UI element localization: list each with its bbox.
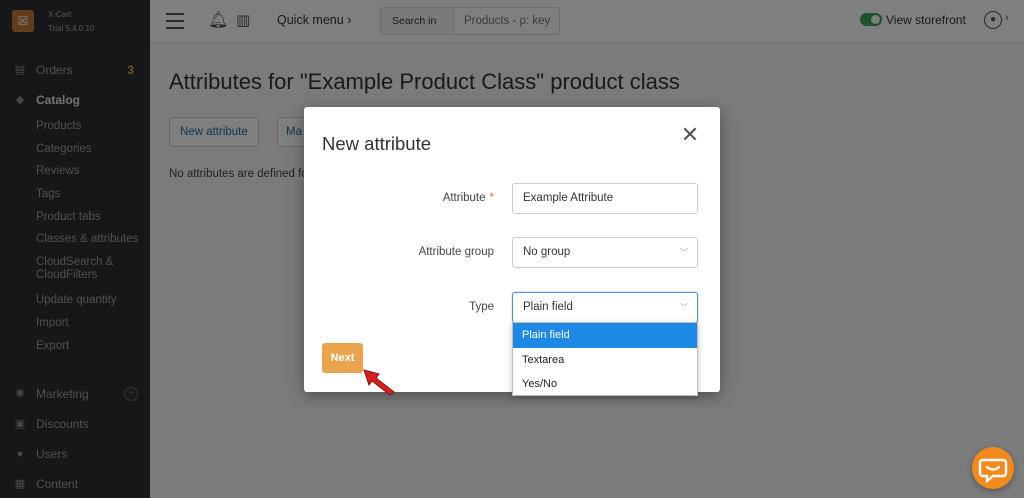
type-option-plain-field[interactable]: Plain field bbox=[513, 323, 697, 348]
type-dropdown-list: Plain field Textarea Yes/No bbox=[512, 322, 698, 396]
next-button[interactable]: Next bbox=[322, 343, 363, 373]
attribute-group-select[interactable]: No group ﹀ bbox=[512, 237, 698, 268]
chevron-down-icon: ﹀ bbox=[680, 303, 688, 312]
chevron-down-icon: ﹀ bbox=[680, 248, 688, 257]
attribute-label: Attribute * bbox=[442, 192, 494, 204]
attribute-group-label: Attribute group bbox=[418, 246, 494, 258]
required-mark: * bbox=[489, 192, 494, 204]
dialog-title: New attribute bbox=[322, 133, 431, 154]
type-label: Type bbox=[469, 301, 494, 313]
chat-icon[interactable] bbox=[972, 447, 1014, 489]
red-arrow-icon bbox=[363, 369, 395, 396]
attribute-name-input[interactable]: Example Attribute bbox=[512, 183, 698, 214]
type-select[interactable]: Plain field ﹀ bbox=[512, 292, 698, 323]
type-option-yes-no[interactable]: Yes/No bbox=[513, 372, 697, 397]
close-icon[interactable]: ✕ bbox=[680, 124, 700, 146]
type-option-textarea[interactable]: Textarea bbox=[513, 348, 697, 373]
